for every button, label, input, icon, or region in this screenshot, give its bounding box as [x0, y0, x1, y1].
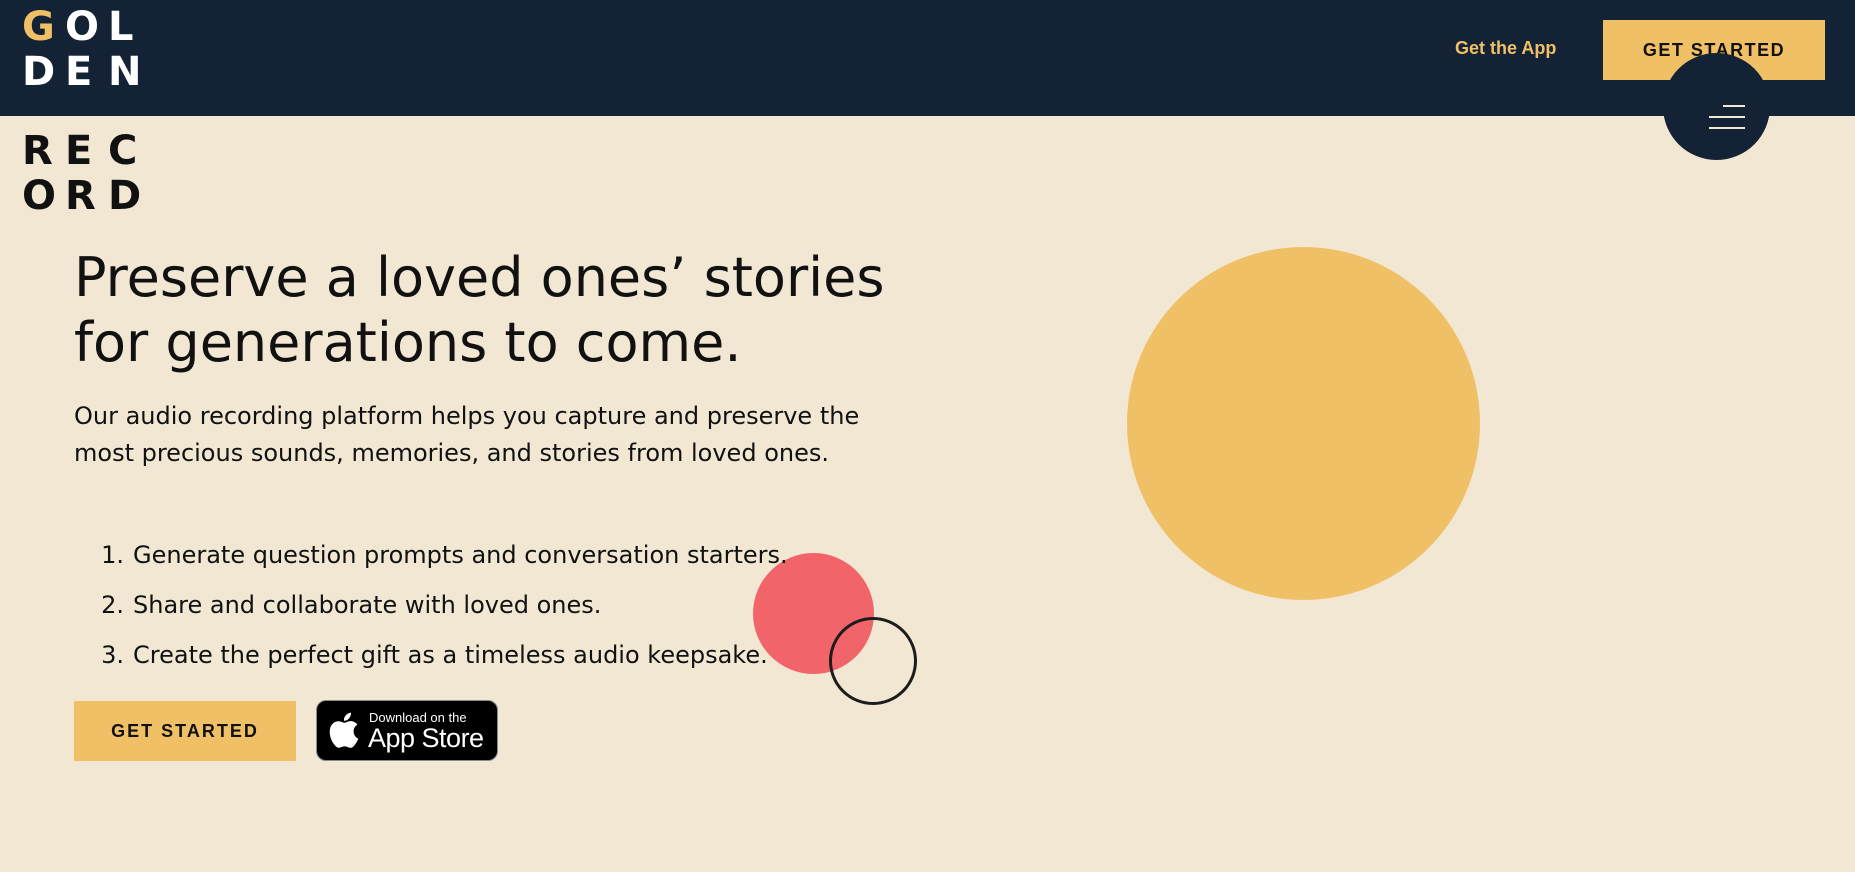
- app-store-big-text: App Store: [368, 723, 484, 753]
- app-store-badge[interactable]: Download on the App Store: [316, 700, 498, 761]
- list-item: 3. Create the perfect gift as a timeless…: [74, 637, 788, 687]
- list-item-number: 2.: [101, 591, 124, 619]
- hero-intro: Our audio recording platform helps you c…: [74, 402, 860, 467]
- logo-letter: R: [22, 128, 53, 174]
- decorative-gold-circle: [1127, 247, 1480, 600]
- list-item-number: 3.: [101, 641, 124, 669]
- logo-letter: C: [108, 128, 138, 174]
- list-item: 1. Generate question prompts and convers…: [74, 537, 788, 587]
- hero-get-started-button[interactable]: GET STARTED: [74, 701, 296, 761]
- list-item-text: Create the perfect gift as a timeless au…: [133, 641, 768, 669]
- list-item-number: 1.: [101, 541, 124, 569]
- feature-list: 1. Generate question prompts and convers…: [74, 537, 788, 687]
- logo-letter: D: [22, 49, 56, 95]
- list-item-text: Share and collaborate with loved ones.: [133, 591, 602, 619]
- logo-row-3: R E C: [22, 129, 151, 174]
- list-item-text: Generate question prompts and conversati…: [133, 541, 788, 569]
- logo-letter: D: [108, 173, 142, 219]
- logo-letter: L: [108, 4, 134, 50]
- get-the-app-link[interactable]: Get the App: [1455, 38, 1556, 59]
- logo-letter: E: [65, 49, 93, 95]
- logo-continued[interactable]: R E C O R D: [22, 129, 151, 219]
- apple-logo-icon: [329, 712, 359, 748]
- logo-row-2: D E N: [22, 50, 162, 95]
- logo-letter: R: [65, 173, 96, 219]
- logo-letter: N: [108, 49, 142, 95]
- logo-letter: E: [65, 128, 93, 174]
- logo-letter: O: [22, 173, 57, 219]
- hero-headline: Preserve a loved ones’ stories for gener…: [74, 246, 885, 374]
- decorative-outline-circle: [829, 617, 917, 705]
- site-header: [0, 0, 1855, 116]
- logo-letter: O: [65, 4, 100, 50]
- logo[interactable]: G O L D E N: [22, 5, 162, 95]
- list-item: 2. Share and collaborate with loved ones…: [74, 587, 788, 637]
- menu-button[interactable]: [1663, 53, 1770, 160]
- logo-row-1: G O L: [22, 5, 162, 50]
- logo-row-4: O R D: [22, 174, 151, 219]
- logo-letter: G: [22, 4, 55, 50]
